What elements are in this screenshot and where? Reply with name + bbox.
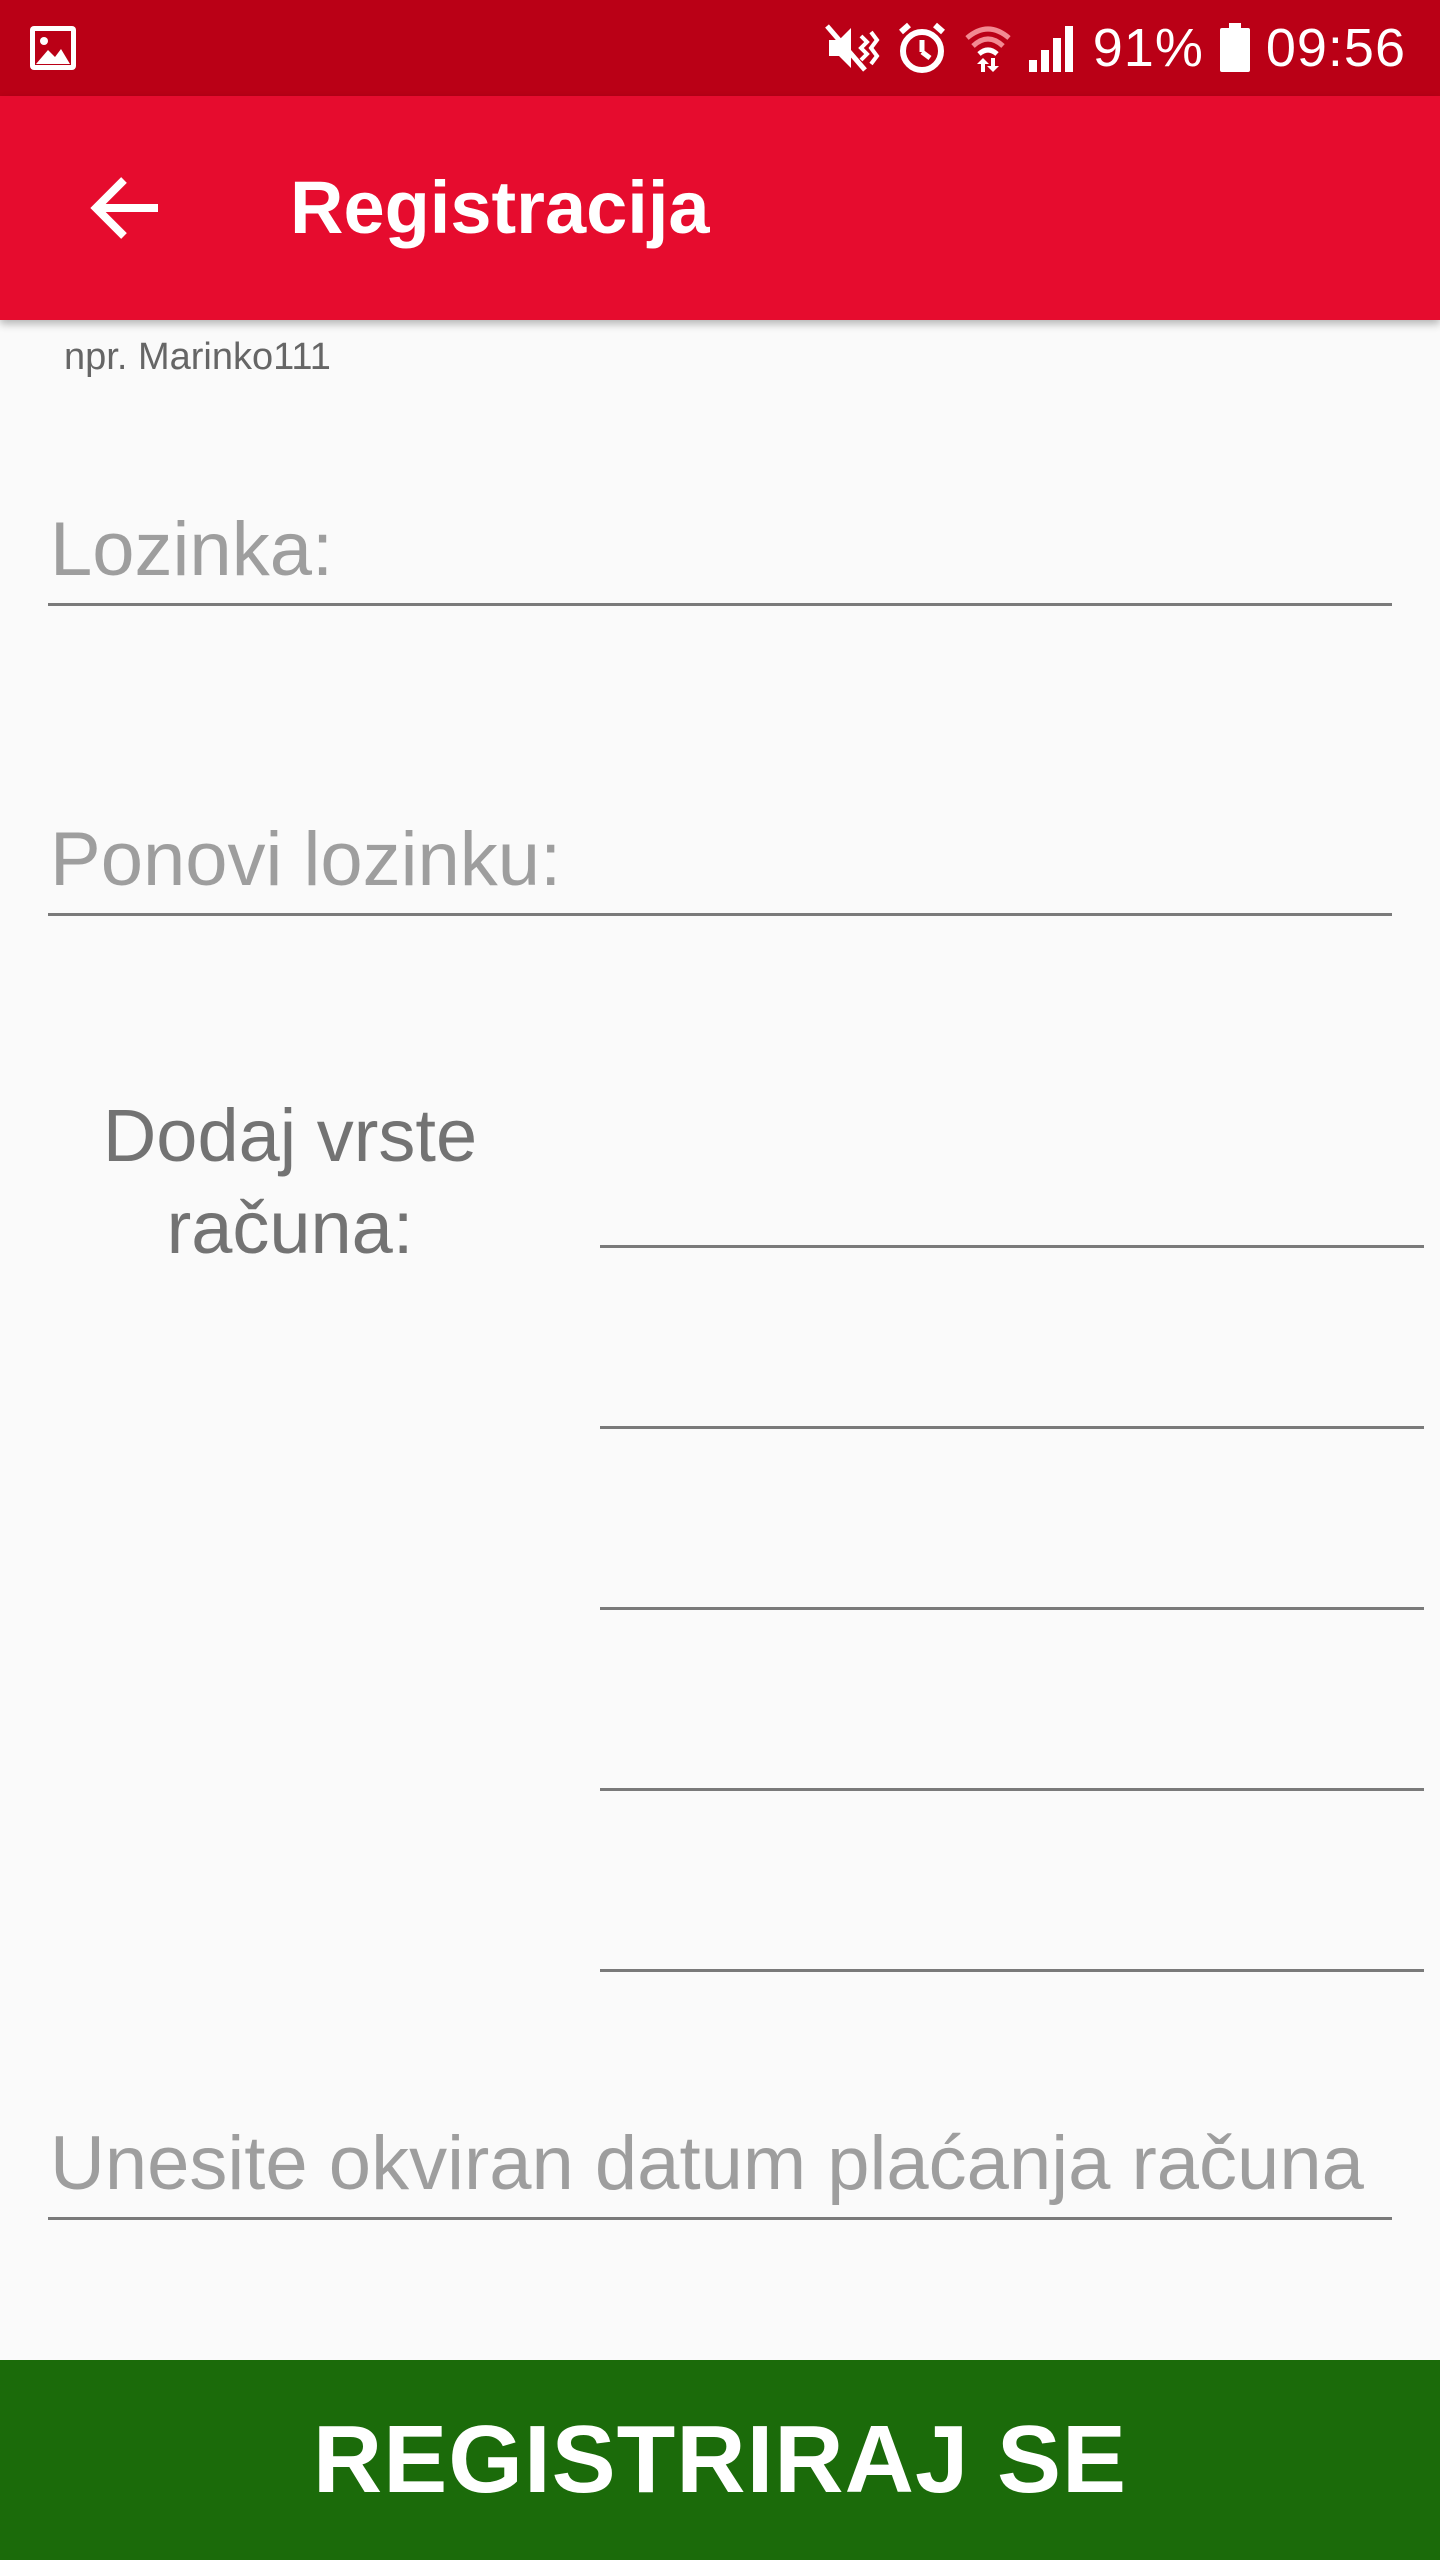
- bill-type-field-2[interactable]: [600, 1339, 1424, 1429]
- status-bar: 91% 09:56: [0, 0, 1440, 96]
- bill-type-field-4[interactable]: [600, 1701, 1424, 1791]
- status-icons: 91% 09:56: [824, 0, 1406, 96]
- bill-type-field-5[interactable]: [600, 1882, 1424, 1972]
- mute-vibrate-icon: [824, 24, 880, 72]
- payment-date-placeholder: Unesite okviran datum plaćanja računa: [50, 2121, 1364, 2206]
- battery-percent: 91%: [1092, 18, 1204, 78]
- bill-type-field-1[interactable]: [600, 1158, 1424, 1248]
- register-button[interactable]: REGISTRIRAJ SE: [0, 2360, 1440, 2560]
- repeat-password-field[interactable]: Ponovi lozinku:: [48, 806, 1392, 916]
- registration-form: npr. Marinko111 Lozinka: Ponovi lozinku:…: [0, 320, 1440, 2360]
- payment-date-field[interactable]: Unesite okviran datum plaćanja računa: [48, 2110, 1392, 2220]
- page-title: Registracija: [290, 166, 710, 249]
- password-placeholder: Lozinka:: [50, 507, 334, 592]
- signal-icon: [1028, 26, 1073, 72]
- battery-icon: [1219, 23, 1250, 72]
- wifi-icon: [965, 26, 1011, 72]
- back-button[interactable]: [56, 138, 196, 278]
- bill-type-field-3[interactable]: [600, 1520, 1424, 1610]
- username-hint: npr. Marinko111: [64, 336, 331, 378]
- arrow-left-icon: [90, 177, 158, 239]
- bill-types-label: Dodaj vrste računa:: [102, 1094, 478, 1269]
- clock: 09:56: [1265, 18, 1406, 78]
- app-toolbar: Registracija: [0, 96, 1440, 320]
- alarm-icon: [898, 22, 945, 73]
- image-icon: [30, 26, 76, 70]
- password-field[interactable]: Lozinka:: [48, 496, 1392, 606]
- repeat-password-placeholder: Ponovi lozinku:: [50, 817, 562, 902]
